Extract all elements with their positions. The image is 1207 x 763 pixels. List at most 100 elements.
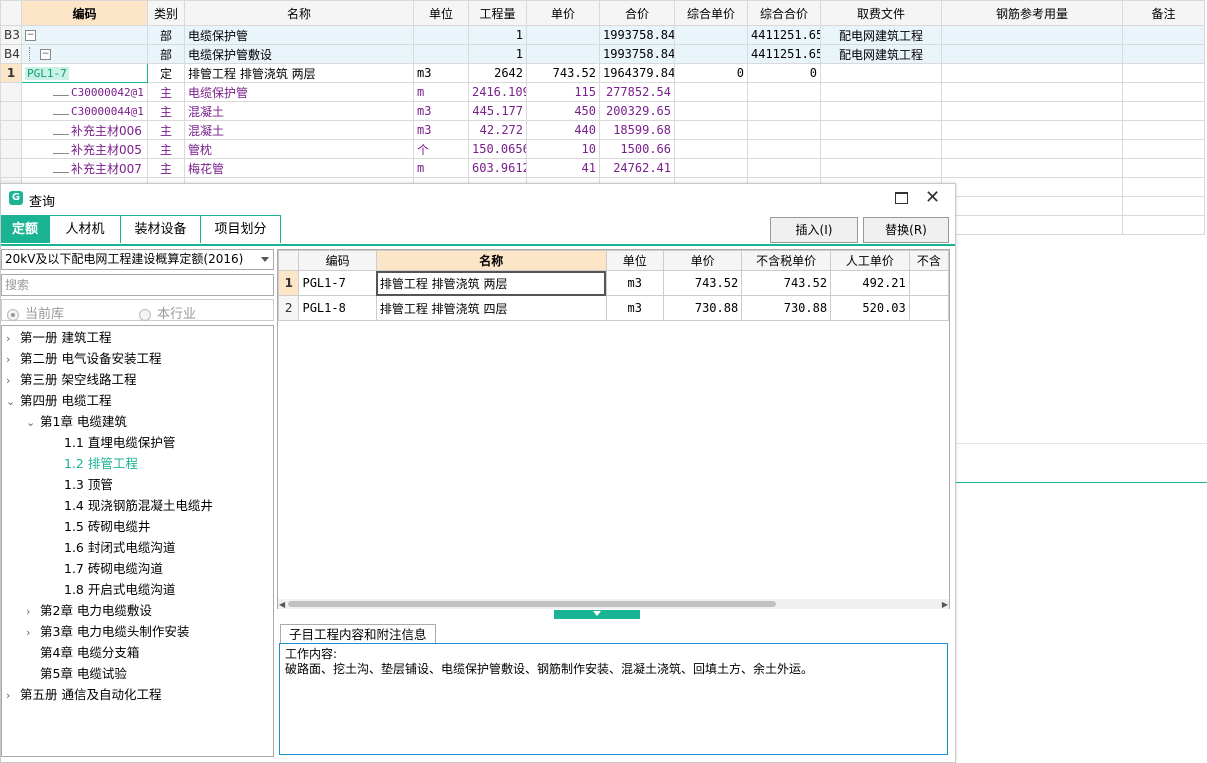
price-cell[interactable] <box>526 44 600 64</box>
header-cell[interactable]: 综合单价 <box>674 0 748 26</box>
header-cell[interactable] <box>278 250 300 271</box>
chevron-down-icon[interactable]: ⌄ <box>6 391 20 412</box>
rebar-cell[interactable] <box>941 139 1123 159</box>
header-cell[interactable]: 名称 <box>184 0 414 26</box>
result-row[interactable]: 2 PGL1-8 排管工程 排管浇筑 四层 m3 730.88 730.88 5… <box>278 295 949 321</box>
tree-node[interactable]: 第5章 电缆试验 <box>26 663 127 684</box>
header-cell-name[interactable]: 名称 <box>375 250 607 271</box>
remark-cell[interactable] <box>1122 101 1205 121</box>
remark-cell[interactable] <box>1122 139 1205 159</box>
qty-cell[interactable]: 2416.109 <box>468 82 527 102</box>
unit-cell[interactable]: m3 <box>413 101 469 121</box>
header-cell[interactable]: 合价 <box>599 0 675 26</box>
qty-cell[interactable]: 603.9612 <box>468 158 527 178</box>
code-cell-selected[interactable]: PGL1-7 <box>21 63 148 83</box>
tree-node[interactable]: 1.8 开启式电缆沟道 <box>46 579 175 600</box>
rebar-cell[interactable] <box>941 63 1123 83</box>
tree-node[interactable]: › 第二册 电气设备安装工程 <box>6 348 161 369</box>
result-code[interactable]: PGL1-7 <box>298 270 377 296</box>
result-row-selected[interactable]: 1 PGL1-7 排管工程 排管浇筑 两层 m3 743.52 743.52 4… <box>278 270 949 296</box>
fee-cell[interactable] <box>820 139 942 159</box>
header-cell-code[interactable]: 编码 <box>298 250 377 271</box>
tab-project-division[interactable]: 项目划分 <box>200 215 281 243</box>
library-select[interactable]: 20kV及以下配电网工程建设概算定额(2016) <box>1 249 274 270</box>
type-cell[interactable]: 主 <box>147 158 185 178</box>
qty-cell[interactable]: 1 <box>468 25 527 45</box>
header-cell-code[interactable]: 编码 <box>21 0 148 26</box>
tree-node[interactable]: › 第一册 建筑工程 <box>6 327 111 348</box>
tree-node-selected[interactable]: 1.2 排管工程 <box>46 453 138 474</box>
price-cell[interactable]: 10 <box>526 139 600 159</box>
result-labor-price[interactable]: 492.21 <box>830 270 910 296</box>
remark-cell[interactable] <box>1122 120 1205 140</box>
scrollbar-thumb[interactable] <box>288 601 776 607</box>
fee-cell[interactable] <box>820 101 942 121</box>
remark-cell[interactable] <box>1122 63 1205 83</box>
result-name[interactable]: 排管工程 排管浇筑 两层 <box>375 270 607 296</box>
unit-cell[interactable]: 个 <box>413 139 469 159</box>
collapse-icon[interactable]: − <box>25 30 36 41</box>
tree-node[interactable]: 1.5 砖砌电缆井 <box>46 516 150 537</box>
remark-cell[interactable] <box>1122 25 1205 45</box>
tree-node[interactable]: › 第2章 电力电缆敷设 <box>26 600 152 621</box>
type-cell[interactable]: 主 <box>147 101 185 121</box>
rebar-cell[interactable] <box>941 25 1123 45</box>
table-row[interactable]: B3 − 部 电缆保护管 1 1993758.84 4411251.65 配电网… <box>0 25 1205 45</box>
code-cell[interactable]: − <box>21 25 148 45</box>
name-cell[interactable]: 管枕 <box>184 139 414 159</box>
close-icon[interactable]: ✕ <box>925 187 940 208</box>
header-cell[interactable]: 单价 <box>526 0 600 26</box>
price-cell[interactable]: 450 <box>526 101 600 121</box>
rebar-cell[interactable] <box>941 120 1123 140</box>
rebar-cell[interactable] <box>941 101 1123 121</box>
search-input[interactable] <box>1 274 274 296</box>
code-cell[interactable]: C30000044@1 <box>21 101 148 121</box>
result-unit[interactable]: m3 <box>605 295 664 321</box>
insert-button[interactable]: 插入(I) <box>770 217 858 243</box>
header-cell[interactable]: 取费文件 <box>820 0 942 26</box>
tree-node[interactable]: 1.4 现浇钢筋混凝土电缆井 <box>46 495 213 516</box>
fee-cell[interactable] <box>820 82 942 102</box>
result-labor-price[interactable]: 520.03 <box>830 295 910 321</box>
table-row[interactable]: 补充主材006 主 混凝土 m3 42.272 440 18599.68 <box>0 120 1205 140</box>
header-cell[interactable] <box>0 0 22 26</box>
price-cell[interactable]: 743.52 <box>526 63 600 83</box>
unit-cell[interactable] <box>413 25 469 45</box>
table-row[interactable]: C30000042@1 主 电缆保护管 m 2416.109 115 27785… <box>0 82 1205 102</box>
scroll-right-icon[interactable]: ▶ <box>942 600 948 609</box>
tree-node[interactable]: 第4章 电缆分支箱 <box>26 642 139 663</box>
price-cell[interactable]: 115 <box>526 82 600 102</box>
radio-industry[interactable]: 本行业 <box>139 303 196 322</box>
scroll-left-icon[interactable]: ◀ <box>279 600 285 609</box>
tree-node[interactable]: 1.6 封闭式电缆沟道 <box>46 537 175 558</box>
type-cell[interactable]: 部 <box>147 25 185 45</box>
maximize-icon[interactable] <box>895 192 908 204</box>
tree-node[interactable]: ⌄ 第四册 电缆工程 <box>6 390 111 411</box>
collapse-icon[interactable]: − <box>40 48 51 60</box>
table-row-current[interactable]: 1 PGL1-7 定 排管工程 排管浇筑 两层 m3 2642 743.52 1… <box>0 63 1205 83</box>
qty-cell[interactable]: 2642 <box>468 63 527 83</box>
fee-cell[interactable] <box>820 120 942 140</box>
remark-cell[interactable] <box>1122 158 1205 178</box>
work-content-box[interactable]: 工作内容: 破路面、挖土沟、垫层铺设、电缆保护管敷设、钢筋制作安装、混凝土浇筑、… <box>279 643 948 755</box>
remark-cell[interactable] <box>1122 82 1205 102</box>
replace-button[interactable]: 替换(R) <box>863 217 949 243</box>
header-cell-notax-price[interactable]: 不含税单价 <box>741 250 832 271</box>
tree-node[interactable]: › 第3章 电力电缆头制作安装 <box>26 621 189 642</box>
chevron-right-icon[interactable]: › <box>6 328 20 349</box>
code-cell[interactable]: 补充主材006 <box>21 120 148 140</box>
header-cell[interactable]: 类别 <box>147 0 185 26</box>
code-cell[interactable]: − <box>21 44 148 64</box>
type-cell[interactable]: 主 <box>147 120 185 140</box>
unit-cell[interactable] <box>413 44 469 64</box>
chevron-right-icon[interactable]: › <box>6 349 20 370</box>
name-cell[interactable]: 混凝土 <box>184 101 414 121</box>
rebar-cell[interactable] <box>941 82 1123 102</box>
name-cell[interactable]: 电缆保护管 <box>184 25 414 45</box>
qty-cell[interactable]: 1 <box>468 44 527 64</box>
result-unit[interactable]: m3 <box>605 270 664 296</box>
rebar-cell[interactable] <box>941 158 1123 178</box>
table-row[interactable]: 补充主材005 主 管枕 个 150.0656 10 1500.66 <box>0 139 1205 159</box>
fee-cell[interactable] <box>820 158 942 178</box>
chevron-right-icon[interactable]: › <box>26 601 40 622</box>
